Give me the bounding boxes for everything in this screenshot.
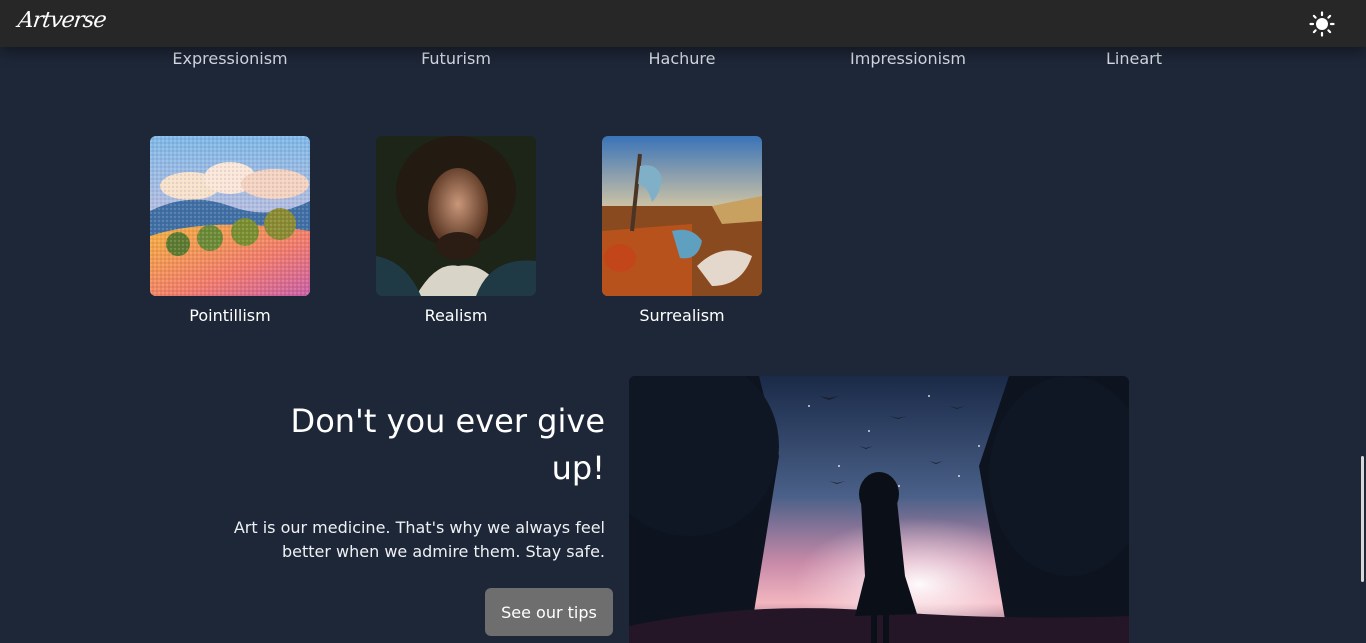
category-label-realism[interactable]: Realism: [356, 306, 556, 325]
page: Artverse Expressionism Futurism Hachure …: [0, 0, 1366, 643]
realism-thumbnail[interactable]: [376, 136, 536, 296]
promo-text: Art is our medicine. That's why we alway…: [233, 518, 605, 561]
pointillism-thumbnail[interactable]: [150, 136, 310, 296]
category-label-lineart[interactable]: Lineart: [1034, 49, 1234, 68]
top-navbar: Artverse: [0, 0, 1366, 47]
category-label-surrealism[interactable]: Surrealism: [582, 306, 782, 325]
category-label-pointillism[interactable]: Pointillism: [130, 306, 330, 325]
brand-logo[interactable]: Artverse: [16, 8, 107, 33]
category-card-realism[interactable]: Realism: [376, 136, 536, 325]
theme-toggle-button[interactable]: [1308, 10, 1336, 38]
category-label-futurism[interactable]: Futurism: [356, 49, 556, 68]
promo-title: Don't you ever give up!: [290, 402, 605, 487]
promo-illustration: [629, 376, 1129, 643]
category-label-hachure[interactable]: Hachure: [582, 49, 782, 68]
category-label-expressionism[interactable]: Expressionism: [130, 49, 330, 68]
category-label-impressionism[interactable]: Impressionism: [808, 49, 1008, 68]
category-card-pointillism[interactable]: Pointillism: [150, 136, 310, 325]
page-scrollbar[interactable]: [1361, 456, 1364, 582]
see-tips-button[interactable]: See our tips: [485, 588, 613, 636]
surrealism-thumbnail[interactable]: [602, 136, 762, 296]
sun-icon: [1309, 11, 1335, 37]
category-card-surrealism[interactable]: Surrealism: [602, 136, 762, 325]
